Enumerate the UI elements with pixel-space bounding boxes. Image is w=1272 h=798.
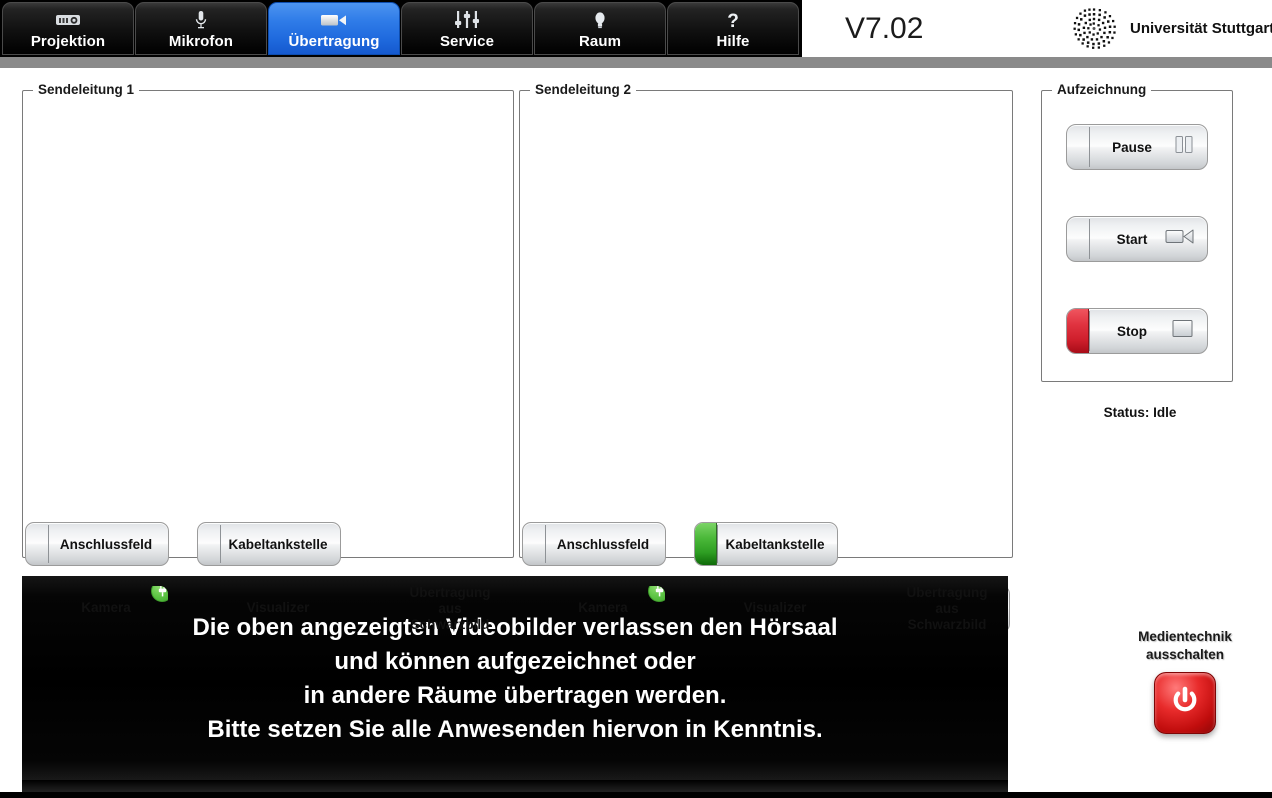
sl2-button-anschlussfeld[interactable]: Anschlussfeld [522,522,666,566]
brand-block: Universität Stuttgart [1068,6,1272,51]
tab-label: Service [439,33,495,50]
button-label: Kabeltankstelle [725,536,825,552]
svg-text:?: ? [727,11,739,30]
recording-button-stop[interactable]: Stop [1066,308,1208,354]
notice-line: Die oben angezeigten Videobilder verlass… [192,613,838,641]
projector-icon [55,9,81,31]
question-icon: ? [726,9,740,31]
button-label: Übertragung aus Schwarzbild [409,585,491,632]
panel-legend: Sendeleitung 1 [33,82,140,97]
button-label: Übertragung aus Schwarzbild [906,585,988,632]
tab-label: Mikrofon [168,33,234,50]
button-label: Kamera [578,599,628,615]
button-label: Pause [1112,139,1152,155]
button-divider [545,525,546,563]
camcorder-icon [320,9,348,31]
panel-sendeleitung-2: Sendeleitung 2 Anschlussfeld Kabeltankst… [519,82,1013,633]
power-off-label-line1: Medientechnik [1138,629,1232,644]
tab-mikrofon[interactable]: Mikrofon [135,2,267,55]
button-divider [1089,127,1090,167]
tab-uebertragung[interactable]: Übertragung [268,2,400,55]
bottom-inner-bar [22,780,1008,792]
notice-line: Bitte setzen Sie alle Anwesenden hiervon… [207,715,823,743]
version-label: V7.02 [845,12,924,45]
notice-line: und können aufgezeichnet oder [334,647,696,675]
microphone-icon [194,9,208,31]
tab-label: Hilfe [716,33,750,50]
button-divider [1089,219,1090,259]
button-label: Stop [1117,323,1147,339]
brand-name: Universität Stuttgart [1130,20,1272,37]
power-icon [1168,684,1202,723]
button-label: Visualizer [246,599,310,615]
button-label: Kamera [81,599,131,615]
tab-projektion[interactable]: Projektion [2,2,134,55]
recording-button-pause[interactable]: Pause [1066,124,1208,170]
notice-banner: Die oben angezeigten Videobilder verlass… [22,576,1008,781]
button-label: Visualizer [743,599,807,615]
active-state-strip [695,523,717,565]
main-tab-bar: Projektion Mikrofon Übertragung Service [0,0,802,57]
pause-bars-icon [1173,134,1195,161]
tab-label: Übertragung [288,33,380,50]
button-label: Anschlussfeld [59,536,153,552]
sl1-button-kabeltankstelle[interactable]: Kabeltankstelle [197,522,341,566]
stop-square-icon [1171,318,1195,345]
button-divider [48,525,49,563]
power-off-label: Medientechnik ausschalten [1138,628,1232,664]
tab-raum[interactable]: Raum [534,2,666,55]
header-separator-bar [0,57,1272,68]
button-label: Start [1116,231,1148,247]
app-root: Projektion Mikrofon Übertragung Service [0,0,1272,798]
panel-legend: Aufzeichnung [1052,82,1152,97]
camcorder-icon [1165,227,1195,252]
power-off-button[interactable] [1154,672,1216,734]
button-divider [220,525,221,563]
button-label: Kabeltankstelle [228,536,328,552]
button-label: Anschlussfeld [556,536,650,552]
university-dot-logo-icon [1068,6,1120,51]
power-off-label-line2: ausschalten [1145,647,1225,662]
tab-hilfe[interactable]: ? Hilfe [667,2,799,55]
bottom-bar [0,792,1272,798]
button-divider [1089,311,1090,351]
power-off-control[interactable]: Medientechnik ausschalten [1120,628,1250,734]
panel-sendeleitung-1: Sendeleitung 1 Anschlussfeld Kabeltankst… [22,82,514,633]
tab-label: Raum [578,33,622,50]
recording-status: Status: Idle [1103,405,1177,420]
tab-label: Projektion [30,33,106,50]
sl1-button-anschlussfeld[interactable]: Anschlussfeld [25,522,169,566]
lightbulb-icon [593,9,607,31]
tab-service[interactable]: Service [401,2,533,55]
panel-legend: Sendeleitung 2 [530,82,637,97]
notice-text: Die oben angezeigten Videobilder verlass… [192,611,837,747]
notice-line: in andere Räume übertragen werden. [303,681,727,709]
stop-state-strip [1067,309,1089,353]
faders-icon [454,9,480,31]
button-divider [717,525,718,563]
sl2-button-kabeltankstelle[interactable]: Kabeltankstelle [694,522,838,566]
recording-button-start[interactable]: Start [1066,216,1208,262]
